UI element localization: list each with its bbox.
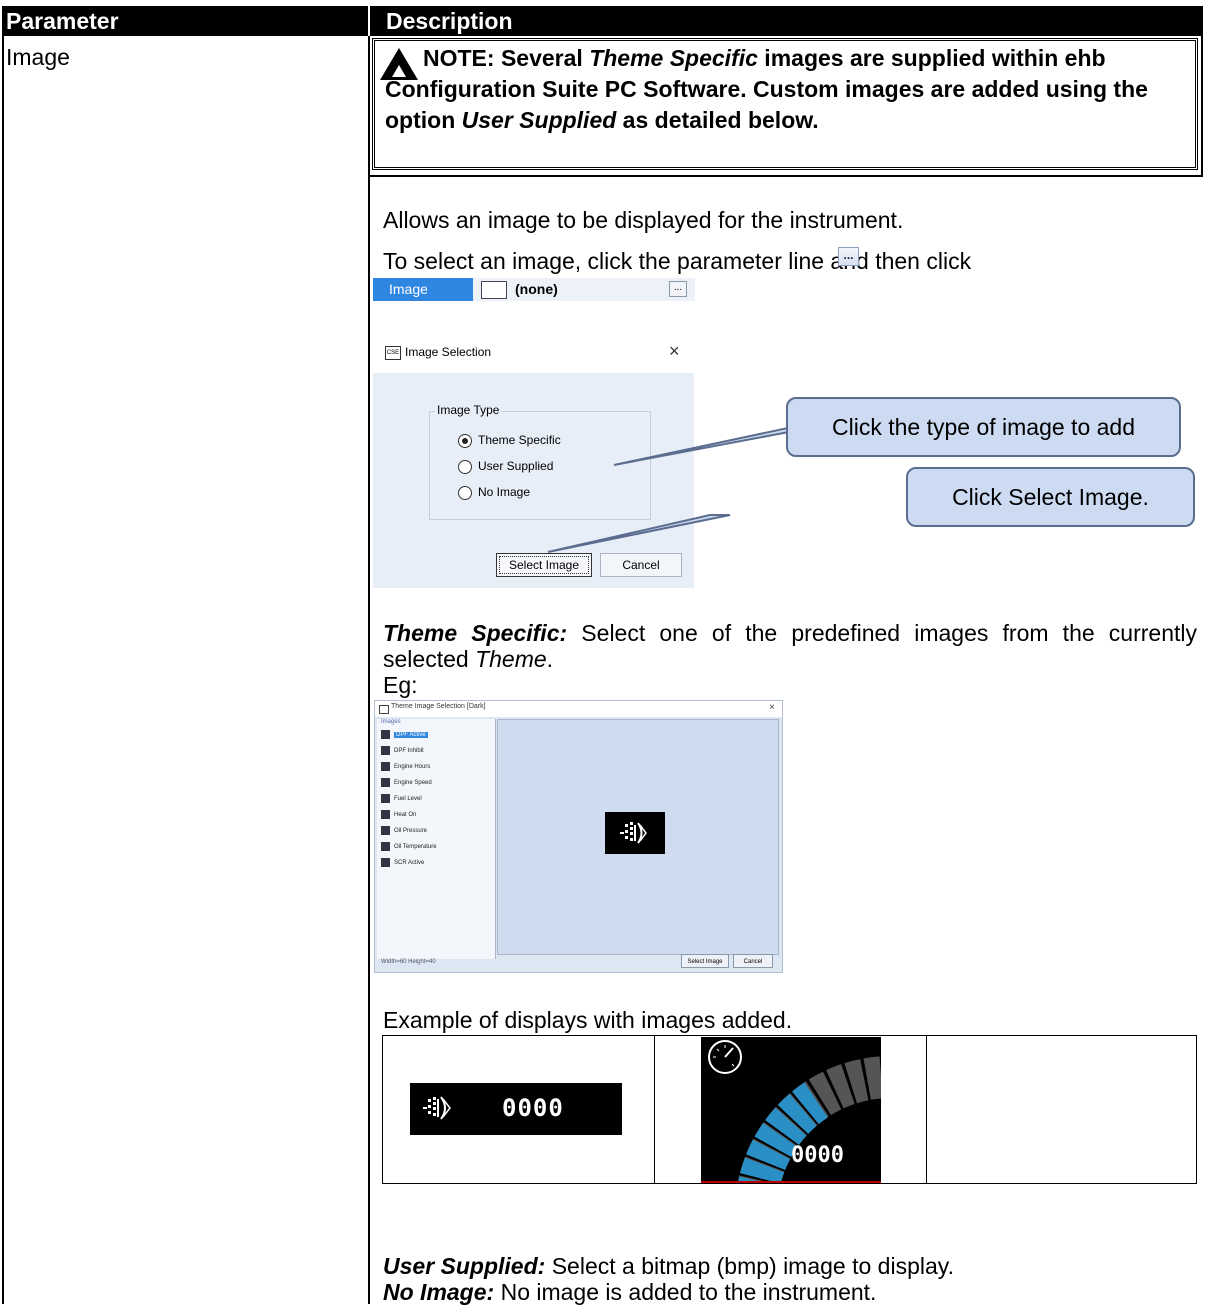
radio-dot [458, 485, 472, 500]
note-row-bottom-border [368, 175, 1203, 177]
radio-dot [458, 433, 472, 448]
list-item-icon [381, 793, 390, 803]
parameter-line-ellipsis-button[interactable]: ... [669, 281, 687, 297]
list-item-icon [381, 857, 390, 867]
list-item[interactable]: Fuel Level [381, 792, 422, 807]
theme-dialog-title: Theme Image Selection [Dark] [391, 703, 486, 710]
parameter-line-label: Image [373, 278, 473, 301]
list-item[interactable]: Heat On [381, 808, 416, 823]
examples-table: 0000 0000 [382, 1035, 1197, 1184]
example-readout-1: 0000 [502, 1094, 564, 1122]
theme-dialog-titlebar: Theme Image Selection [Dark] × [375, 701, 782, 717]
theme-status-text: Width=60 Height=40 [381, 959, 436, 965]
theme-specific-description: Theme Specific: Select one of the predef… [383, 620, 1197, 672]
list-item[interactable]: Oil Temperature [381, 840, 437, 855]
image-preview-box [481, 281, 507, 299]
parameter-line-value: (none) [515, 281, 558, 297]
dialog-title: Image Selection [405, 345, 492, 359]
callout-image-type: Click the type of image to add [786, 397, 1181, 457]
dialog-titlebar: CSE Image Selection × [373, 333, 694, 373]
dpf-preview-image [605, 812, 665, 854]
eg-label: Eg: [383, 672, 418, 698]
list-item[interactable]: SCR Active [381, 856, 424, 871]
table-left-border [2, 36, 4, 1304]
dpf-active-icon [423, 1096, 451, 1120]
image-type-label: Image Type [435, 403, 502, 417]
theme-app-icon [379, 705, 389, 714]
list-item-icon [381, 809, 390, 819]
examples-divider-2 [926, 1036, 927, 1183]
theme-preview-pane [497, 719, 779, 955]
list-item[interactable]: Engine Hours [381, 760, 430, 775]
list-item-icon [381, 841, 390, 851]
note-box: NOTE: Several Theme Specific images are … [372, 38, 1198, 170]
list-item-icon [381, 729, 390, 739]
list-item[interactable]: Engine Speed [381, 776, 432, 791]
examples-divider-1 [654, 1036, 655, 1183]
intro-line-2: To select an image, click the parameter … [383, 248, 972, 274]
theme-cancel-button[interactable]: Cancel [733, 954, 773, 968]
example-readout-2: 0000 [791, 1143, 844, 1168]
app-icon: CSE [385, 346, 401, 360]
intro-line-1: Allows an image to be displayed for the … [383, 207, 904, 233]
table-right-border [1201, 36, 1203, 176]
header-description: Description [370, 6, 1203, 36]
parameter-line[interactable]: Image (none) ... [373, 278, 695, 301]
ellipsis-button-icon[interactable]: ... [838, 247, 859, 266]
theme-close-icon[interactable]: × [769, 702, 775, 713]
theme-image-list: Images DPF Active DPF Inhibit Engine Hou… [377, 719, 496, 959]
list-header: Images [381, 719, 401, 725]
list-item[interactable]: Oil Pressure [381, 824, 427, 839]
examples-caption: Example of displays with images added. [383, 1007, 793, 1033]
list-item-icon [381, 745, 390, 755]
note-text: NOTE: Several Theme Specific images are … [385, 45, 1148, 133]
example-display-speed: 0000 [701, 1037, 881, 1183]
list-item-icon [381, 825, 390, 835]
callout-select-image: Click Select Image. [906, 467, 1195, 527]
list-item[interactable]: DPF Active [381, 728, 428, 743]
close-icon[interactable]: × [669, 341, 680, 362]
radio-dot [458, 459, 472, 474]
theme-image-dialog: Theme Image Selection [Dark] × Images DP… [374, 700, 783, 973]
parameter-name: Image [6, 44, 70, 70]
list-item-icon [381, 761, 390, 771]
list-item-icon [381, 777, 390, 787]
no-image-description: No Image: No image is added to the instr… [383, 1279, 877, 1305]
table-column-divider [368, 36, 370, 1304]
header-parameter: Parameter [2, 6, 368, 36]
radio-no-image[interactable]: No Image [458, 485, 530, 500]
user-supplied-description: User Supplied: Select a bitmap (bmp) ima… [383, 1253, 954, 1279]
theme-select-image-button[interactable]: Select Image [681, 954, 729, 968]
display-red-line [701, 1181, 881, 1183]
example-display-dpf: 0000 [410, 1083, 622, 1135]
list-item[interactable]: DPF Inhibit [381, 744, 424, 759]
dpf-active-icon [620, 822, 647, 844]
